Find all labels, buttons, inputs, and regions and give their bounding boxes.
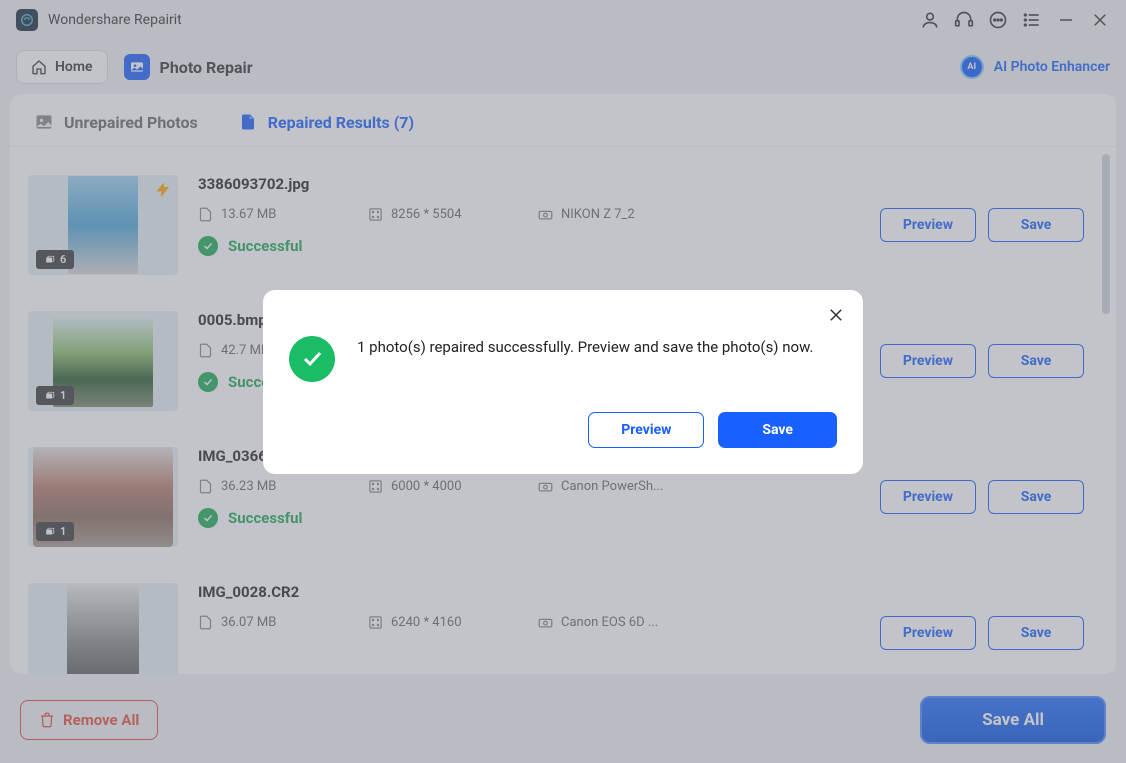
modal-overlay: 1 photo(s) repaired successfully. Previe… [0, 0, 1126, 763]
modal-close-button[interactable] [825, 304, 847, 326]
success-modal: 1 photo(s) repaired successfully. Previe… [263, 290, 863, 474]
close-icon [827, 306, 845, 324]
modal-message: 1 photo(s) repaired successfully. Previe… [357, 336, 813, 359]
modal-save-button[interactable]: Save [718, 412, 837, 448]
success-check-icon [289, 336, 335, 382]
modal-preview-button[interactable]: Preview [588, 412, 704, 448]
